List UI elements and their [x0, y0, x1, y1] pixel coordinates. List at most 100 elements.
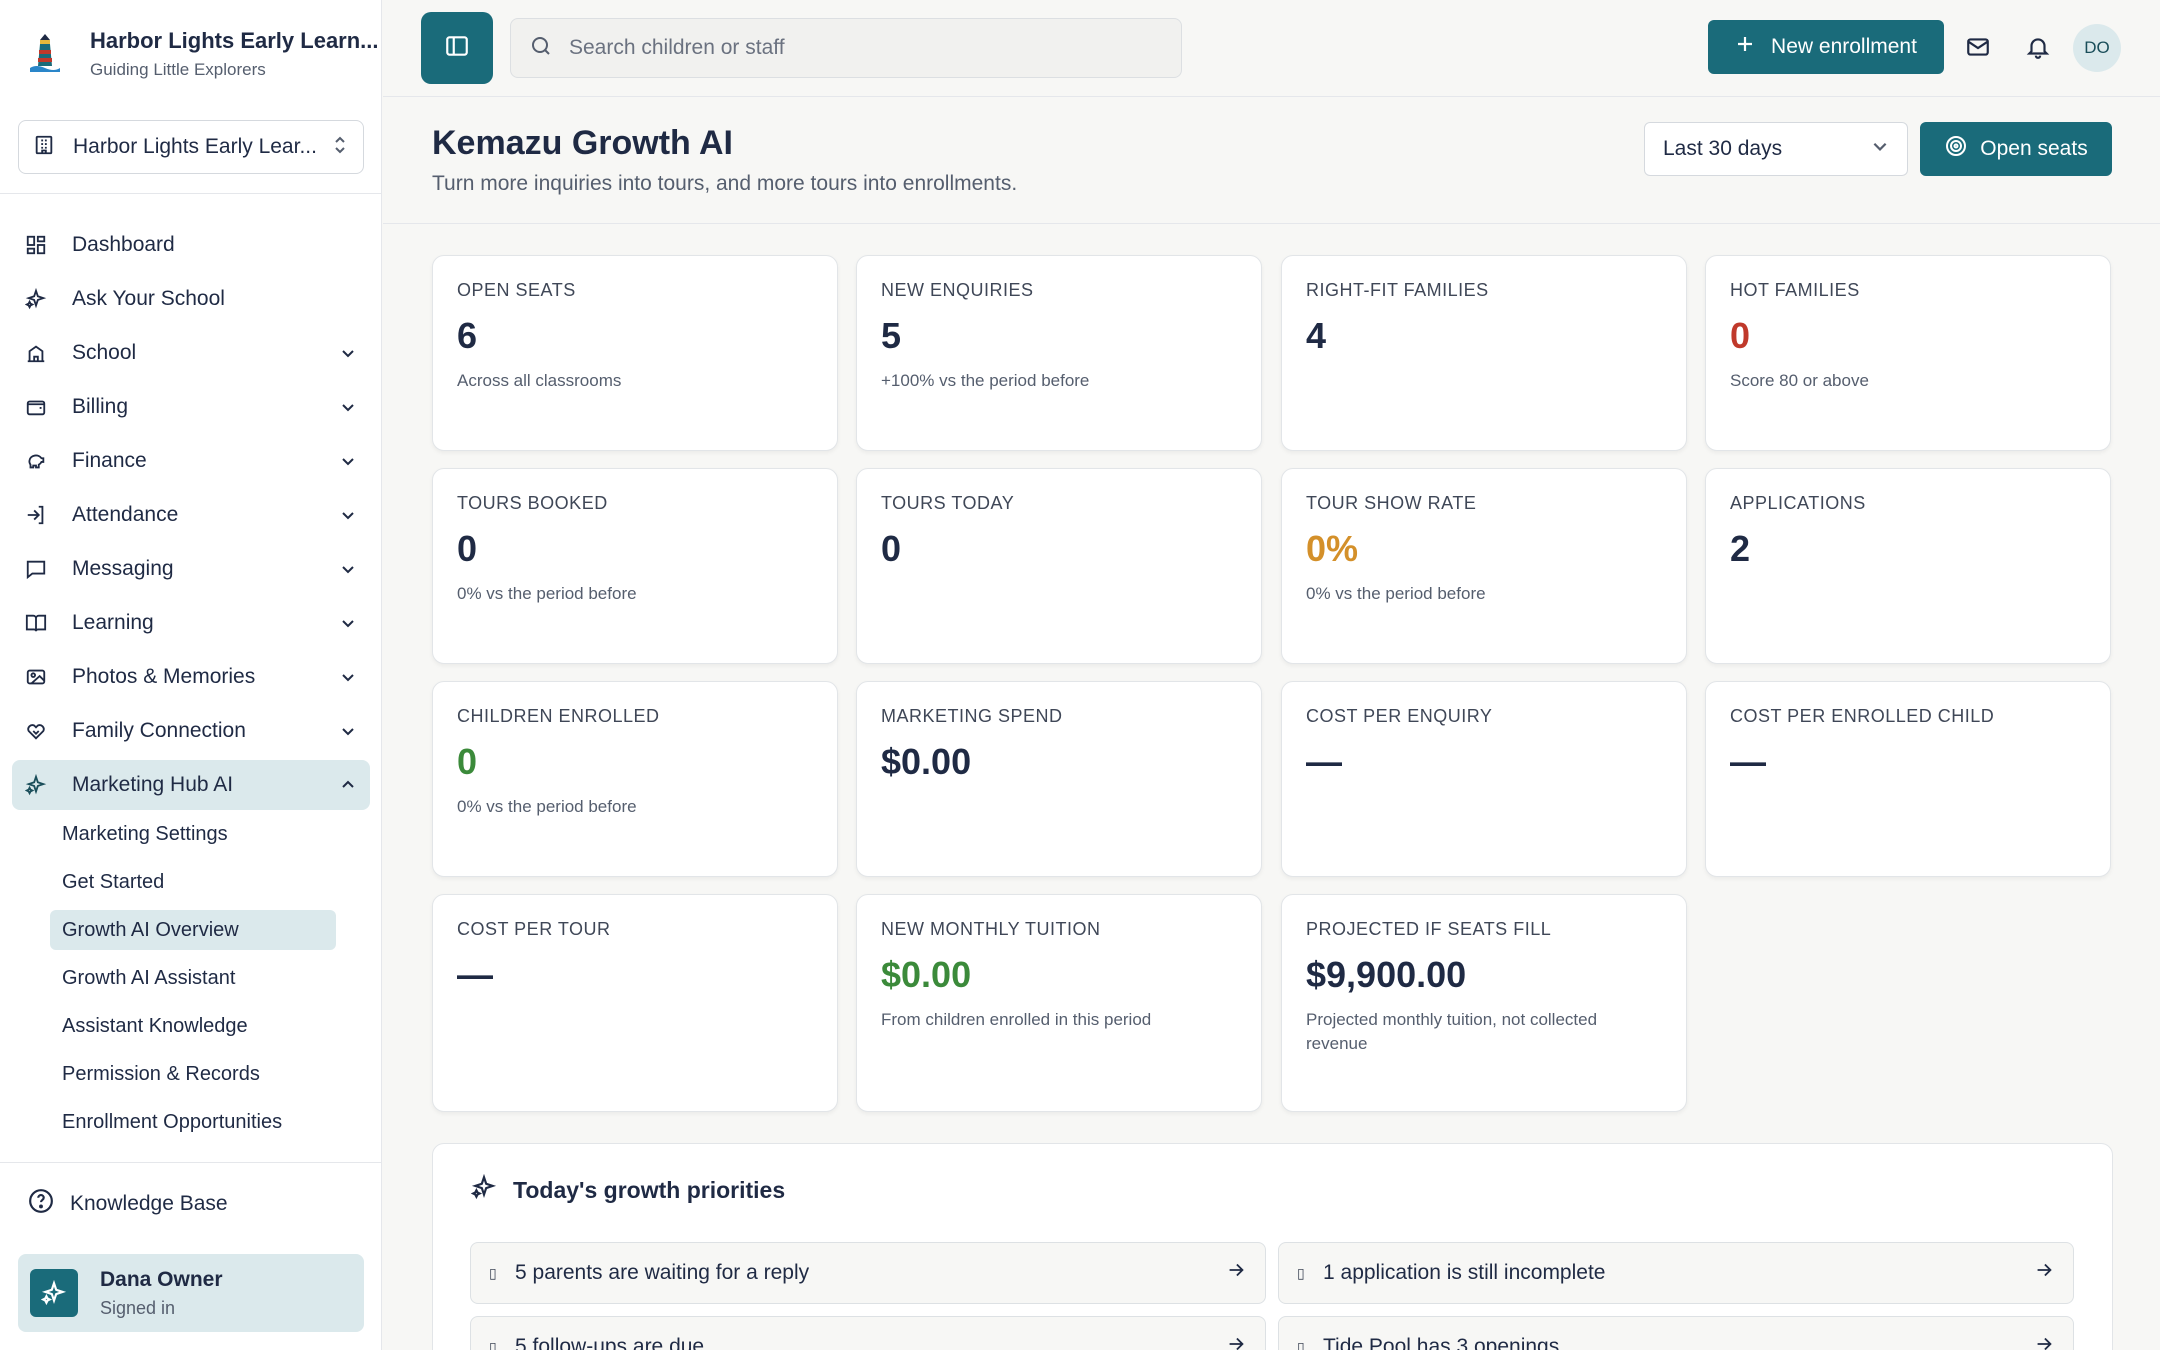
school-selector-value: Harbor Lights Early Lear...	[73, 135, 317, 158]
metric-card-hot-families: HOT FAMILIES 0 Score 80 or above	[1705, 255, 2111, 451]
metric-label: APPLICATIONS	[1730, 493, 1866, 513]
chevron-down-icon	[338, 343, 358, 363]
chevron-up-down-icon	[331, 134, 349, 161]
metric-label: PROJECTED IF SEATS FILL	[1306, 919, 1552, 939]
marketing-subnav: Marketing Settings Get Started Growth AI…	[50, 814, 370, 1142]
priority-item-text: 5 parents are waiting for a reply	[515, 1261, 810, 1284]
metric-value: $0.00	[881, 741, 972, 782]
nav-item-label: Ask Your School	[72, 287, 225, 310]
subnav-item-marketing-settings[interactable]: Marketing Settings	[50, 814, 336, 854]
page-subtitle: Turn more inquiries into tours, and more…	[432, 172, 1018, 195]
nav-item-learning[interactable]: Learning	[12, 598, 370, 648]
priorities-title-text: Today's growth priorities	[513, 1176, 786, 1203]
subnav-item-permission-records[interactable]: Permission & Records	[50, 1054, 336, 1094]
open-seats-button[interactable]: Open seats	[1920, 122, 2112, 176]
metric-value: 0	[881, 528, 902, 569]
subnav-item-growth-ai-overview[interactable]: Growth AI Overview	[50, 910, 336, 950]
piggy-bank-icon	[24, 449, 48, 473]
nav-item-finance[interactable]: Finance	[12, 436, 370, 486]
nav-item-ask-your-school[interactable]: Ask Your School	[12, 274, 370, 324]
nav-item-attendance[interactable]: Attendance	[12, 490, 370, 540]
search-icon	[529, 34, 553, 63]
brand-tagline: Guiding Little Explorers	[90, 60, 266, 79]
metric-note: Score 80 or above	[1730, 371, 1869, 390]
mail-icon[interactable]	[1959, 28, 1997, 66]
metric-value: 2	[1730, 528, 1751, 569]
user-status: Signed in	[100, 1297, 176, 1318]
brand[interactable]: Harbor Lights Early Learn... Guiding Lit…	[28, 24, 379, 84]
metric-label: TOURS TODAY	[881, 493, 1015, 513]
new-enrollment-button[interactable]: New enrollment	[1708, 20, 1944, 74]
subnav-item-enrollment-opportunities[interactable]: Enrollment Opportunities	[50, 1102, 336, 1142]
nav-item-school[interactable]: School	[12, 328, 370, 378]
knowledge-base-link[interactable]: Knowledge Base	[28, 1188, 228, 1220]
metric-card-tours-booked: TOURS BOOKED 0 0% vs the period before	[432, 468, 838, 664]
date-range-value: Last 30 days	[1663, 137, 1783, 160]
chevron-down-icon	[338, 721, 358, 741]
page-title: Kemazu Growth AI	[432, 124, 733, 162]
subnav-item-growth-ai-assistant[interactable]: Growth AI Assistant	[50, 958, 336, 998]
chevron-down-icon	[338, 667, 358, 687]
metric-value: 5	[881, 315, 902, 356]
priority-item[interactable]: ▯ 1 application is still incomplete	[1278, 1242, 2074, 1304]
date-range-select[interactable]: Last 30 days	[1644, 122, 1908, 176]
metric-note: +100% vs the period before	[881, 371, 1090, 390]
metric-value: 4	[1306, 315, 1327, 356]
nav-item-family-connection[interactable]: Family Connection	[12, 706, 370, 756]
metric-card-cost-per-enquiry: COST PER ENQUIRY —	[1281, 681, 1687, 877]
metric-value: —	[1730, 741, 1766, 782]
priority-bullet-icon: ▯	[1297, 1338, 1305, 1350]
metric-note: 0% vs the period before	[1306, 584, 1486, 603]
arrow-right-icon	[2033, 1333, 2055, 1350]
metric-label: COST PER ENQUIRY	[1306, 706, 1493, 726]
chevron-down-icon	[338, 559, 358, 579]
photos-icon	[24, 665, 48, 689]
user-card[interactable]: Dana Owner Signed in	[18, 1254, 364, 1332]
book-icon	[24, 611, 48, 635]
nav-item-label: Family Connection	[72, 719, 246, 742]
nav-item-photos-memories[interactable]: Photos & Memories	[12, 652, 370, 702]
school-selector[interactable]: Harbor Lights Early Lear...	[18, 120, 364, 174]
nav-item-label: Photos & Memories	[72, 665, 256, 688]
sparkles-icon	[24, 773, 48, 797]
user-name: Dana Owner	[100, 1267, 223, 1291]
subnav-item-get-started[interactable]: Get Started	[50, 862, 336, 902]
search-bar[interactable]	[510, 18, 1182, 78]
chevron-down-icon	[338, 397, 358, 417]
chevron-up-icon	[338, 775, 358, 795]
bell-icon[interactable]	[2019, 28, 2057, 66]
nav-item-marketing-hub-ai[interactable]: Marketing Hub AI	[12, 760, 370, 810]
priority-item[interactable]: ▯ 5 parents are waiting for a reply	[470, 1242, 1266, 1304]
nav-item-dashboard[interactable]: Dashboard	[12, 220, 370, 270]
metric-note: 0% vs the period before	[457, 797, 637, 816]
priority-bullet-icon: ▯	[489, 1338, 497, 1350]
chevron-down-icon	[338, 613, 358, 633]
metric-label: MARKETING SPEND	[881, 706, 1063, 726]
metric-label: COST PER TOUR	[457, 919, 611, 939]
chevron-down-icon	[338, 451, 358, 471]
search-input[interactable]	[569, 36, 1163, 60]
metric-value: 0	[457, 741, 478, 782]
metric-value: 0%	[1306, 528, 1359, 569]
nav-item-messaging[interactable]: Messaging	[12, 544, 370, 594]
subnav-item-assistant-knowledge[interactable]: Assistant Knowledge	[50, 1006, 336, 1046]
nav-item-billing[interactable]: Billing	[12, 382, 370, 432]
metric-label: TOUR SHOW RATE	[1306, 493, 1477, 513]
priority-item[interactable]: ▯ 5 follow-ups are due	[470, 1316, 1266, 1350]
sidebar-nav: Dashboard Ask Your School School Billing…	[12, 220, 370, 1150]
nav-item-label: School	[72, 341, 137, 364]
sidebar-toggle-button[interactable]	[421, 12, 493, 84]
user-avatar[interactable]: DO	[2073, 24, 2121, 72]
metric-card-tour-show-rate: TOUR SHOW RATE 0% 0% vs the period before	[1281, 468, 1687, 664]
priority-item[interactable]: ▯ Tide Pool has 3 openings	[1278, 1316, 2074, 1350]
nav-item-label: Messaging	[72, 557, 174, 580]
arrow-right-icon	[1225, 1259, 1247, 1287]
building-icon	[33, 134, 55, 161]
brand-name: Harbor Lights Early Learn...	[90, 28, 379, 53]
priority-item-text: 5 follow-ups are due	[515, 1335, 705, 1350]
nav-item-label: Marketing Hub AI	[72, 773, 234, 796]
metric-value: —	[457, 954, 493, 995]
metric-label: TOURS BOOKED	[457, 493, 608, 513]
new-enrollment-label: New enrollment	[1771, 35, 1917, 58]
metric-value: 0	[457, 528, 478, 569]
